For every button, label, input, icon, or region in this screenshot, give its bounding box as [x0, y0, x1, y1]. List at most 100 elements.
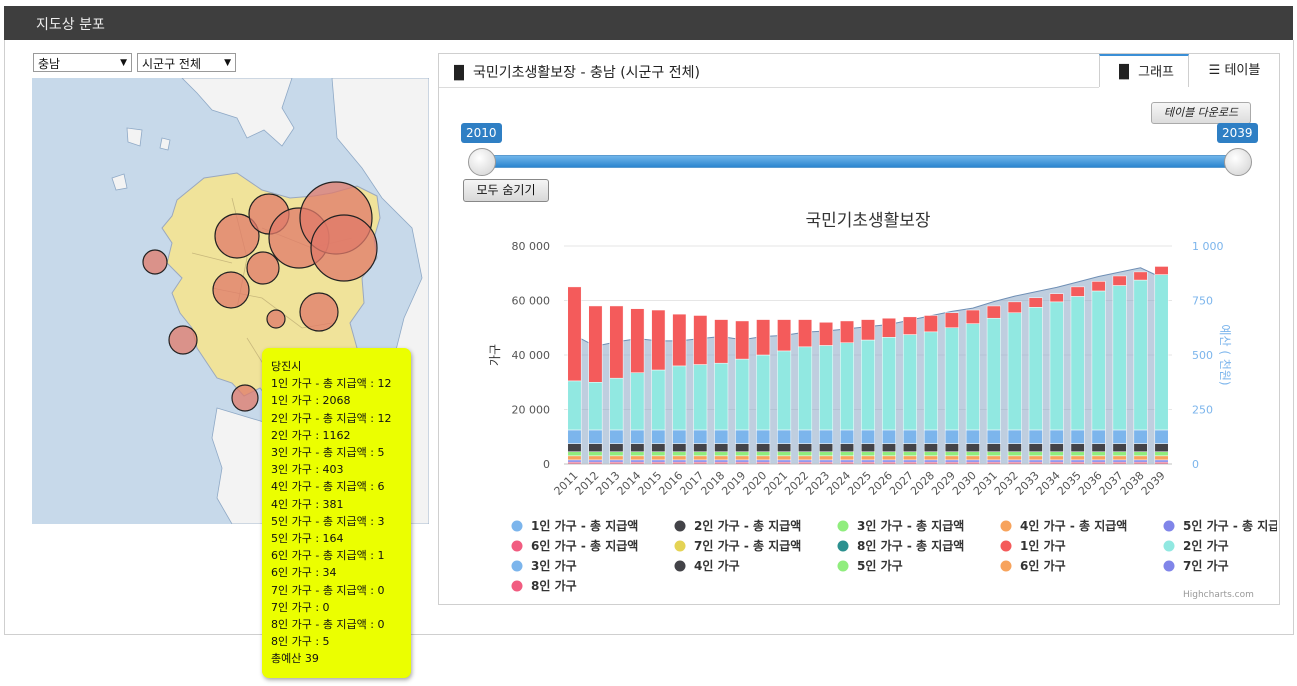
- bar-segment[interactable]: [693, 451, 708, 457]
- bar-segment[interactable]: [1028, 451, 1043, 457]
- region-bubble[interactable]: [299, 292, 339, 332]
- bar-segment[interactable]: [777, 455, 792, 461]
- bar-segment[interactable]: [735, 429, 750, 444]
- bar-segment[interactable]: [1133, 271, 1148, 281]
- bar-segment[interactable]: [986, 455, 1001, 461]
- bar-segment[interactable]: [1007, 451, 1022, 457]
- bar-segment[interactable]: [1028, 443, 1043, 452]
- bar-segment[interactable]: [965, 323, 980, 431]
- bar-segment[interactable]: [567, 443, 582, 452]
- bar-segment[interactable]: [944, 455, 959, 461]
- bar-segment[interactable]: [1007, 429, 1022, 444]
- bar-segment[interactable]: [944, 459, 959, 463]
- bar-segment[interactable]: [923, 459, 938, 463]
- bar-segment[interactable]: [567, 429, 582, 444]
- bar-segment[interactable]: [672, 455, 687, 461]
- bar-segment[interactable]: [609, 455, 624, 461]
- bar-segment[interactable]: [1049, 443, 1064, 452]
- bar-segment[interactable]: [1007, 301, 1022, 314]
- bar-segment[interactable]: [1007, 312, 1022, 431]
- legend-item[interactable]: 8인 가구 - 총 지급액: [837, 538, 965, 553]
- bar-segment[interactable]: [902, 334, 917, 431]
- legend-item[interactable]: 1인 가구 - 총 지급액: [511, 518, 639, 533]
- region-bubble[interactable]: [266, 309, 286, 329]
- bar-segment[interactable]: [965, 459, 980, 463]
- bar-segment[interactable]: [756, 451, 771, 457]
- bar-segment[interactable]: [735, 358, 750, 431]
- bar-segment[interactable]: [630, 443, 645, 452]
- legend-item[interactable]: 4인 가구 - 총 지급액: [1000, 518, 1128, 533]
- bar-segment[interactable]: [756, 459, 771, 463]
- bar-segment[interactable]: [1112, 275, 1127, 286]
- legend-item[interactable]: 1인 가구: [1000, 538, 1066, 553]
- bar-segment[interactable]: [819, 459, 834, 463]
- bar-segment[interactable]: [986, 451, 1001, 457]
- bar-segment[interactable]: [902, 443, 917, 452]
- region-bubble[interactable]: [212, 271, 250, 309]
- bar-segment[interactable]: [1112, 285, 1127, 431]
- bar-segment[interactable]: [923, 429, 938, 444]
- bar-segment[interactable]: [944, 327, 959, 431]
- bar-segment[interactable]: [714, 429, 729, 444]
- legend-item[interactable]: 7인 가구: [1163, 558, 1229, 573]
- bar-segment[interactable]: [1070, 459, 1085, 463]
- bar-segment[interactable]: [798, 451, 813, 457]
- bar-segment[interactable]: [840, 451, 854, 457]
- bar-segment[interactable]: [840, 429, 854, 444]
- bar-segment[interactable]: [1133, 443, 1148, 452]
- bar-segment[interactable]: [588, 455, 603, 461]
- bar-segment[interactable]: [609, 459, 624, 463]
- bar-segment[interactable]: [714, 455, 729, 461]
- bar-segment[interactable]: [630, 429, 645, 444]
- bar-segment[interactable]: [651, 455, 666, 461]
- bar-segment[interactable]: [756, 443, 771, 452]
- bar-segment[interactable]: [819, 322, 834, 346]
- bar-segment[interactable]: [1133, 451, 1148, 457]
- bar-segment[interactable]: [1007, 455, 1022, 461]
- bar-segment[interactable]: [798, 346, 813, 431]
- bar-segment[interactable]: [840, 455, 854, 461]
- bar-segment[interactable]: [986, 459, 1001, 463]
- bar-segment[interactable]: [1070, 451, 1085, 457]
- bar-segment[interactable]: [693, 455, 708, 461]
- bar-segment[interactable]: [630, 308, 645, 373]
- bar-segment[interactable]: [882, 337, 896, 431]
- bar-segment[interactable]: [819, 451, 834, 457]
- bar-segment[interactable]: [1112, 443, 1127, 452]
- bar-segment[interactable]: [1112, 455, 1127, 461]
- bar-segment[interactable]: [882, 451, 896, 457]
- bar-segment[interactable]: [567, 459, 582, 463]
- legend-item[interactable]: 6인 가구: [1000, 558, 1066, 573]
- download-table-button[interactable]: 테이블 다운로드: [1151, 102, 1251, 124]
- bar-segment[interactable]: [923, 451, 938, 457]
- bar-segment[interactable]: [693, 315, 708, 365]
- bar-segment[interactable]: [861, 339, 875, 431]
- bar-segment[interactable]: [714, 362, 729, 431]
- legend-item[interactable]: 2인 가구: [1163, 538, 1229, 553]
- bar-segment[interactable]: [1154, 451, 1169, 457]
- bar-segment[interactable]: [609, 451, 624, 457]
- bar-segment[interactable]: [861, 429, 875, 444]
- bar-segment[interactable]: [756, 455, 771, 461]
- bar-segment[interactable]: [1091, 443, 1106, 452]
- bar-segment[interactable]: [588, 443, 603, 452]
- bar-segment[interactable]: [923, 455, 938, 461]
- bar-segment[interactable]: [861, 459, 875, 463]
- bar-segment[interactable]: [944, 443, 959, 452]
- bar-segment[interactable]: [965, 429, 980, 444]
- bar-segment[interactable]: [651, 451, 666, 457]
- bar-segment[interactable]: [651, 443, 666, 452]
- bar-segment[interactable]: [756, 429, 771, 444]
- bar-segment[interactable]: [1091, 451, 1106, 457]
- bar-segment[interactable]: [1133, 455, 1148, 461]
- bar-segment[interactable]: [882, 443, 896, 452]
- bar-segment[interactable]: [902, 459, 917, 463]
- bar-segment[interactable]: [672, 451, 687, 457]
- bar-segment[interactable]: [882, 455, 896, 461]
- legend-item[interactable]: 3인 가구 - 총 지급액: [837, 518, 965, 533]
- bar-segment[interactable]: [1154, 455, 1169, 461]
- bar-segment[interactable]: [693, 429, 708, 444]
- bar-segment[interactable]: [840, 443, 854, 452]
- bar-segment[interactable]: [902, 451, 917, 457]
- bar-segment[interactable]: [1070, 443, 1085, 452]
